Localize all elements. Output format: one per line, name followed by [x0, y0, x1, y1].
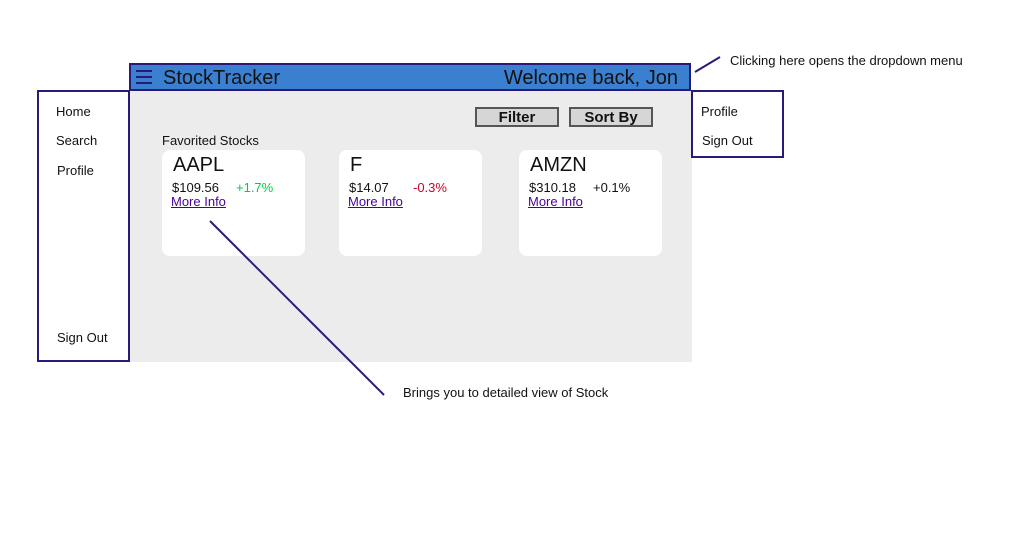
stock-ticker: AMZN: [530, 154, 587, 176]
stock-price: $310.18: [529, 180, 576, 195]
dropdown-item-profile[interactable]: Profile: [701, 104, 738, 119]
filter-button[interactable]: Filter: [475, 107, 559, 127]
welcome-message[interactable]: Welcome back, Jon: [504, 66, 678, 90]
dropdown-annotation: Clicking here opens the dropdown menu: [730, 53, 963, 68]
sort-by-button[interactable]: Sort By: [569, 107, 653, 127]
more-info-link[interactable]: More Info: [171, 194, 226, 209]
stock-change: +1.7%: [236, 180, 274, 195]
stock-change: +0.1%: [593, 180, 631, 195]
stock-price: $109.56: [172, 180, 219, 195]
sidebar-item-sign-out[interactable]: Sign Out: [57, 330, 108, 345]
stock-ticker: F: [350, 154, 363, 176]
sidebar-item-search[interactable]: Search: [56, 133, 97, 148]
stock-card-aapl[interactable]: AAPL $109.56 +1.7% More Info: [162, 150, 305, 256]
more-info-link[interactable]: More Info: [528, 194, 583, 209]
dropdown-item-sign-out[interactable]: Sign Out: [702, 133, 753, 148]
stock-ticker: AAPL: [173, 154, 225, 176]
stock-change: -0.3%: [413, 180, 447, 195]
dropdown-annotation-line: [694, 56, 721, 73]
main-content: Filter Sort By Favorited Stocks AAPL $10…: [130, 91, 692, 362]
app-header: StockTracker Welcome back, Jon: [129, 63, 691, 91]
sidebar-item-profile[interactable]: Profile: [57, 163, 94, 178]
dropdown-menu: Profile Sign Out: [691, 90, 784, 158]
card-annotation: Brings you to detailed view of Stock: [403, 385, 609, 400]
favorited-stocks-label: Favorited Stocks: [162, 133, 259, 148]
app-title: StockTracker: [163, 67, 281, 89]
stock-card-f[interactable]: F $14.07 -0.3% More Info: [339, 150, 482, 256]
hamburger-icon[interactable]: [136, 70, 154, 84]
stock-price: $14.07: [349, 180, 389, 195]
sidebar-item-home[interactable]: Home: [56, 104, 91, 119]
stock-card-amzn[interactable]: AMZN $310.18 +0.1% More Info: [519, 150, 662, 256]
sidebar: Home Search Profile Sign Out: [37, 90, 130, 362]
more-info-link[interactable]: More Info: [348, 194, 403, 209]
